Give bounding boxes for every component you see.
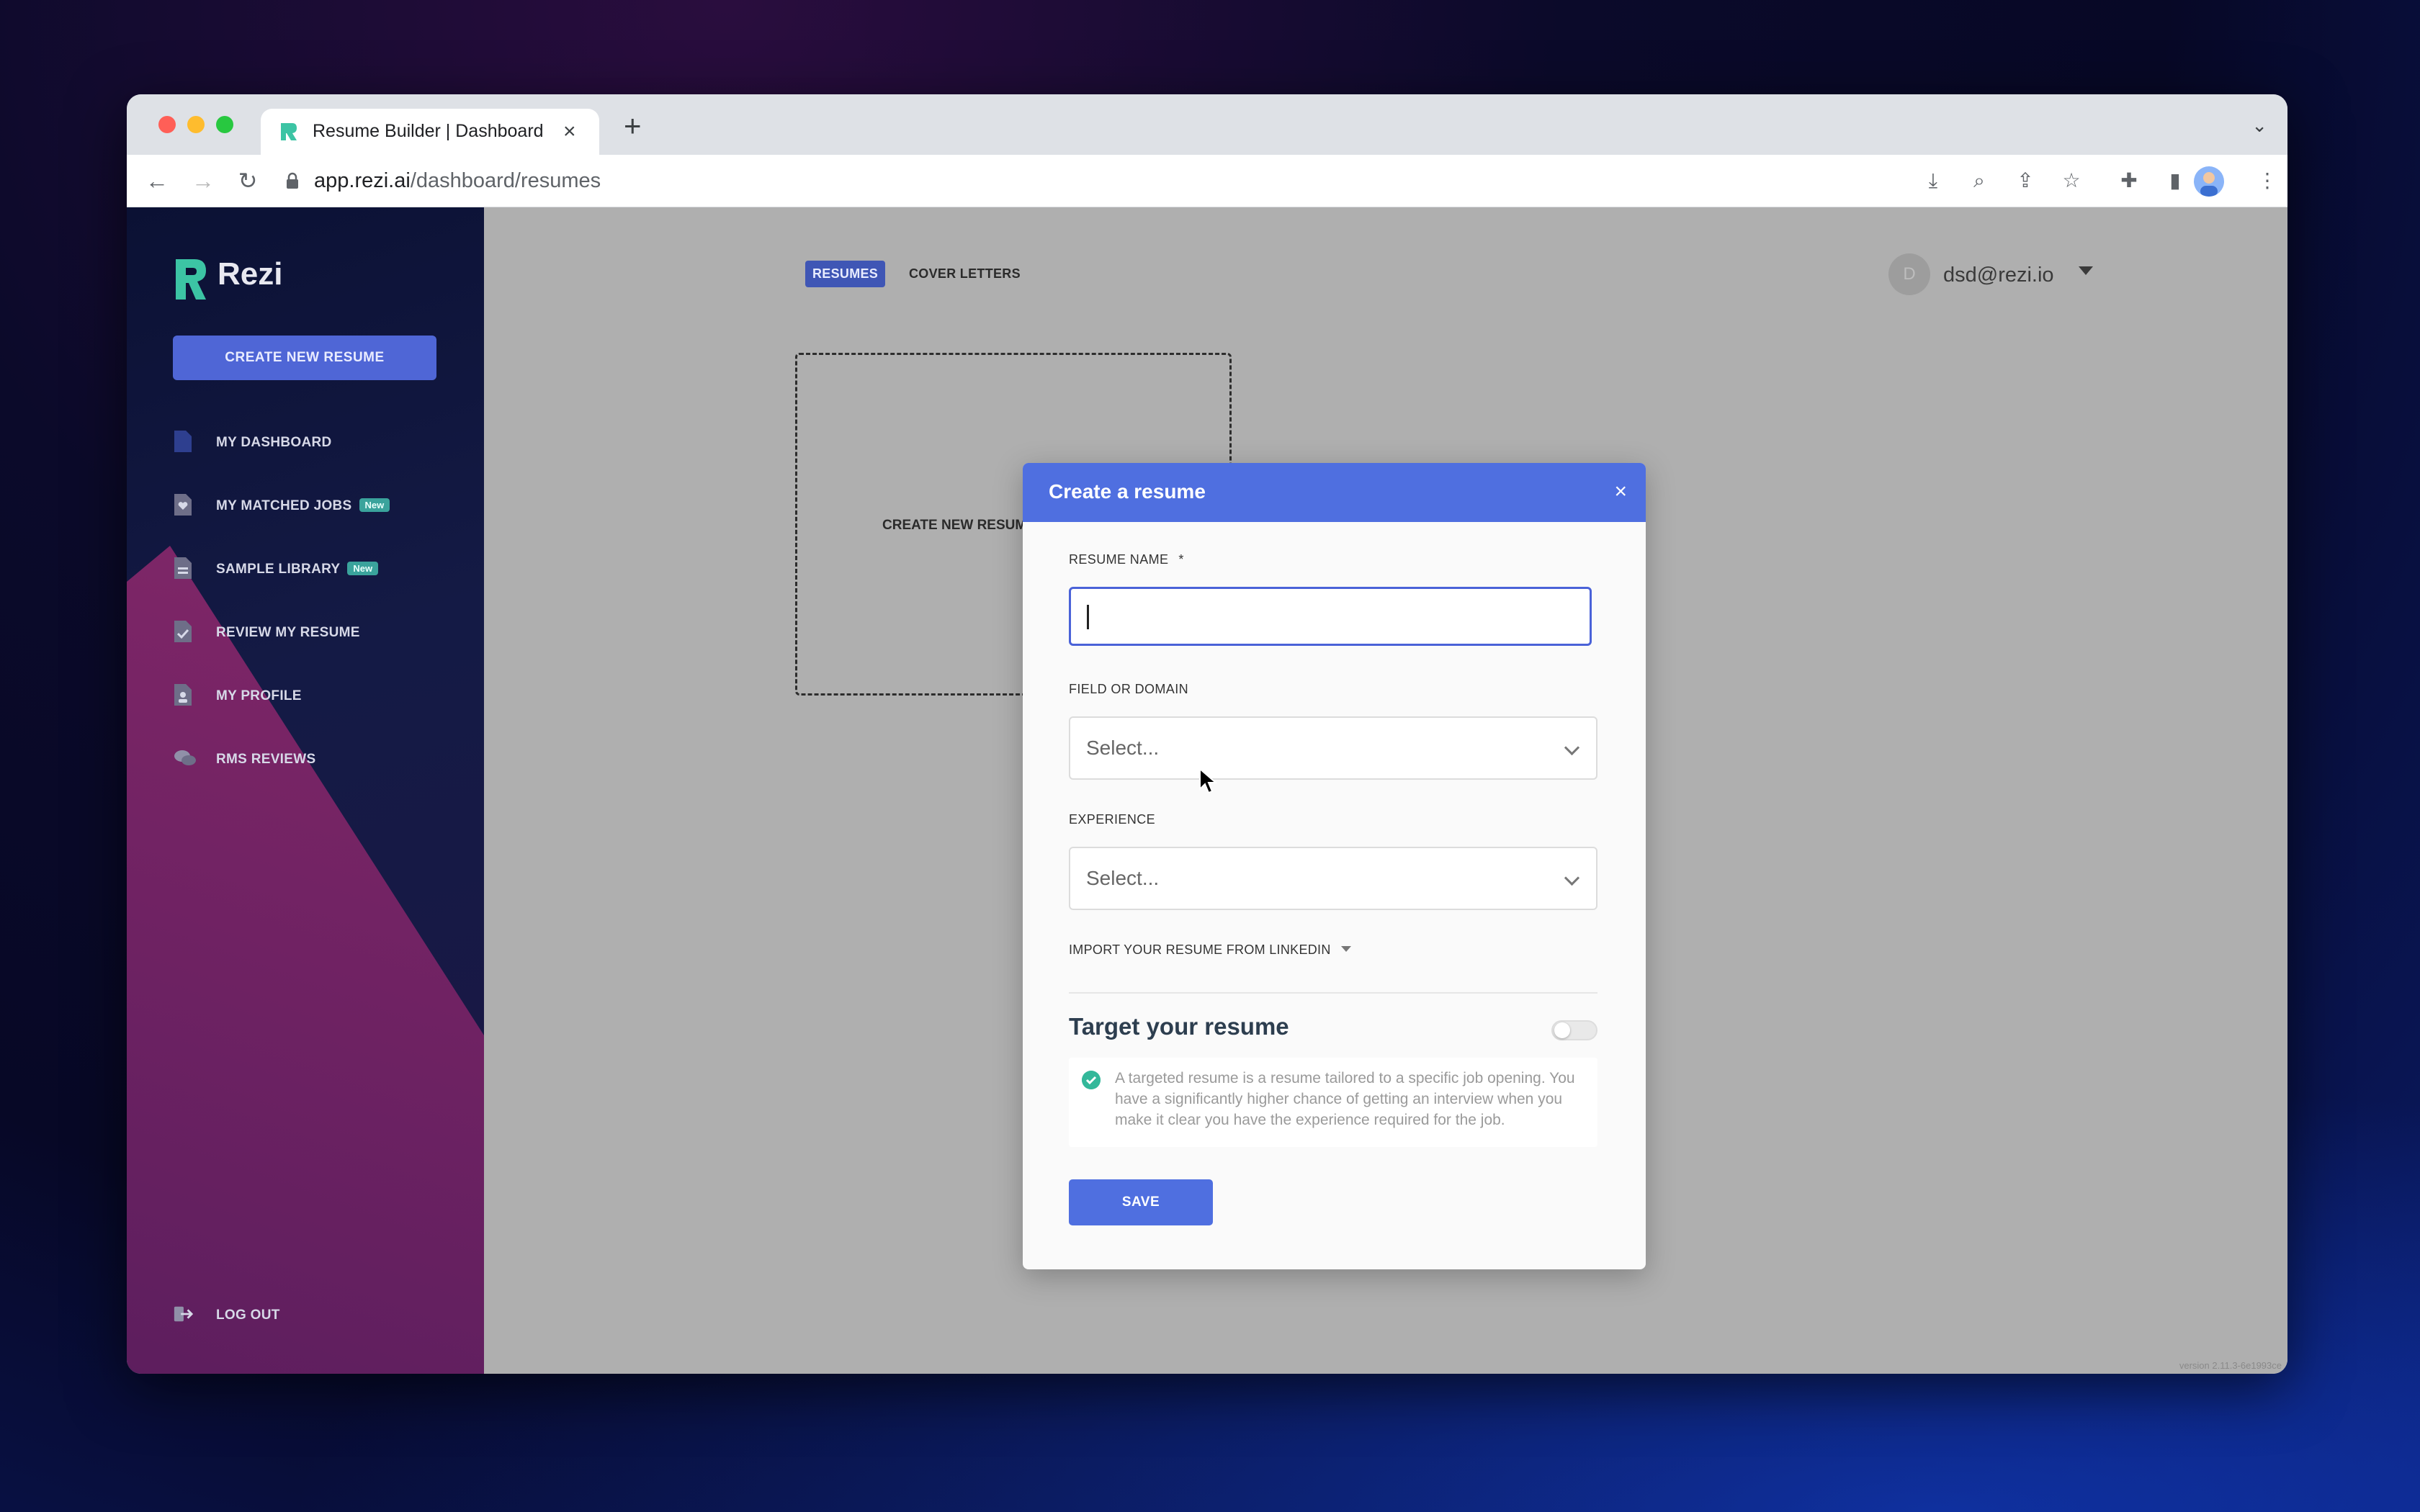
- side-panel-icon[interactable]: ▮: [2162, 168, 2188, 194]
- sidebar-item-review-my-resume[interactable]: REVIEW MY RESUME: [173, 615, 475, 651]
- field-or-domain-select[interactable]: Select...: [1069, 716, 1597, 780]
- check-circle-icon: [1082, 1071, 1101, 1089]
- sidebar-decoration: [127, 546, 484, 1374]
- version-label: version 2.11.3-6e1993ce: [2179, 1360, 2282, 1371]
- chrome-profile-avatar[interactable]: [2194, 166, 2224, 197]
- zoom-icon[interactable]: ⌕: [1966, 168, 1992, 194]
- browser-menu-icon[interactable]: ⋮: [2254, 168, 2280, 194]
- sidebar-item-my-dashboard[interactable]: MY DASHBOARD: [173, 425, 475, 461]
- toggle-knob: [1554, 1022, 1570, 1038]
- new-badge: New: [347, 562, 379, 575]
- share-icon[interactable]: ⇪: [2012, 168, 2038, 194]
- document-icon: [174, 431, 192, 452]
- install-app-icon[interactable]: ⤓: [1920, 168, 1946, 194]
- bookmark-star-icon[interactable]: ☆: [2058, 168, 2084, 194]
- sidebar-item-my-matched-jobs[interactable]: MY MATCHED JOBS New: [173, 488, 475, 524]
- tab-resumes[interactable]: RESUMES: [805, 261, 886, 287]
- checkmark-document-icon: [174, 621, 192, 642]
- sidebar-item-label: SAMPLE LIBRARY New: [216, 562, 379, 577]
- new-badge: New: [359, 498, 390, 512]
- modal-title: Create a resume: [1049, 480, 1206, 503]
- tab-strip: Resume Builder | Dashboard × + ⌄: [127, 94, 2287, 155]
- experience-select[interactable]: Select...: [1069, 847, 1597, 910]
- profile-document-icon: [174, 684, 192, 706]
- close-icon[interactable]: ×: [1614, 477, 1627, 506]
- sidebar-item-label: REVIEW MY RESUME: [216, 625, 360, 640]
- field-or-domain-label: FIELD OR DOMAIN: [1069, 682, 1189, 696]
- create-resume-modal: Create a resume × RESUME NAME * FIELD OR …: [1023, 463, 1646, 1269]
- minimize-window-button[interactable]: [187, 116, 205, 133]
- target-resume-title: Target your resume: [1069, 1013, 1289, 1040]
- url-text: app.rezi.ai/dashboard/resumes: [314, 169, 601, 192]
- experience-label: EXPERIENCE: [1069, 812, 1156, 827]
- import-linkedin-toggle[interactable]: IMPORT YOUR RESUME FROM LINKEDIN: [1069, 942, 1351, 958]
- target-resume-toggle[interactable]: [1551, 1020, 1597, 1040]
- browser-tab-active[interactable]: Resume Builder | Dashboard ×: [261, 109, 599, 155]
- chevron-down-icon: [1564, 870, 1580, 886]
- sidebar-item-rms-reviews[interactable]: RMS REVIEWS: [173, 742, 475, 778]
- create-new-resume-card-label: CREATE NEW RESUME: [882, 518, 1036, 533]
- tab-close-icon[interactable]: ×: [563, 117, 576, 146]
- lock-icon: [287, 172, 298, 189]
- tab-search-chevron-icon[interactable]: ⌄: [2251, 114, 2267, 137]
- forward-button[interactable]: →: [187, 165, 219, 197]
- browser-toolbar: ← → ↻ app.rezi.ai/dashboard/resumes ⤓ ⌕ …: [127, 155, 2287, 207]
- rezi-favicon-icon: [281, 123, 297, 140]
- library-document-icon: [174, 557, 192, 579]
- user-email: dsd@rezi.io: [1943, 264, 2054, 287]
- logo-text: Rezi: [218, 256, 283, 292]
- logout-button[interactable]: LOG OUT: [173, 1297, 475, 1333]
- target-info-box: A targeted resume is a resume tailored t…: [1069, 1058, 1597, 1147]
- mouse-cursor-icon: [1199, 768, 1218, 794]
- modal-header: Create a resume ×: [1023, 463, 1646, 522]
- browser-window: Resume Builder | Dashboard × + ⌄ ← → ↻ a…: [127, 94, 2287, 1374]
- user-avatar: D: [1888, 253, 1930, 295]
- sidebar-item-sample-library[interactable]: SAMPLE LIBRARY New: [173, 552, 475, 588]
- save-button[interactable]: SAVE: [1069, 1179, 1213, 1225]
- close-window-button[interactable]: [158, 116, 176, 133]
- reload-button[interactable]: ↻: [232, 165, 264, 197]
- back-button[interactable]: ←: [141, 165, 173, 197]
- user-menu[interactable]: D dsd@rezi.io: [1888, 253, 2105, 297]
- resume-name-label: RESUME NAME *: [1069, 552, 1184, 567]
- caret-down-icon: [1340, 946, 1351, 952]
- section-divider: [1069, 992, 1597, 994]
- sidebar-item-label: MY DASHBOARD: [216, 435, 332, 450]
- rezi-logo-icon: [176, 259, 206, 300]
- logout-icon: [174, 1306, 193, 1322]
- required-mark: *: [1178, 552, 1184, 567]
- extensions-puzzle-icon[interactable]: ✚: [2116, 168, 2142, 194]
- logout-label: LOG OUT: [216, 1308, 280, 1323]
- sidebar-item-label: RMS REVIEWS: [216, 752, 316, 767]
- sidebar-item-label: MY MATCHED JOBS New: [216, 498, 390, 514]
- new-tab-button[interactable]: +: [624, 110, 642, 142]
- heart-document-icon: [174, 494, 192, 516]
- tab-title: Resume Builder | Dashboard: [313, 121, 544, 141]
- resume-name-input[interactable]: [1069, 587, 1592, 646]
- target-info-text: A targeted resume is a resume tailored t…: [1115, 1070, 1575, 1128]
- sidebar-item-label: MY PROFILE: [216, 688, 302, 703]
- chat-bubbles-icon: [174, 750, 196, 765]
- chevron-down-icon: [1564, 739, 1580, 756]
- create-new-resume-button[interactable]: CREATE NEW RESUME: [173, 336, 436, 380]
- tab-cover-letters[interactable]: COVER LETTERS: [909, 266, 1021, 282]
- sidebar: Rezi CREATE NEW RESUME MY DASHBOARD MY M…: [127, 207, 484, 1374]
- caret-down-icon: [2079, 266, 2093, 275]
- profile-face-icon: [2200, 172, 2218, 197]
- field-select-value: Select...: [1086, 737, 1160, 759]
- experience-select-value: Select...: [1086, 867, 1160, 889]
- address-bar[interactable]: app.rezi.ai/dashboard/resumes: [285, 161, 2014, 201]
- sidebar-item-my-profile[interactable]: MY PROFILE: [173, 678, 475, 714]
- text-caret: [1087, 605, 1089, 629]
- maximize-window-button[interactable]: [216, 116, 233, 133]
